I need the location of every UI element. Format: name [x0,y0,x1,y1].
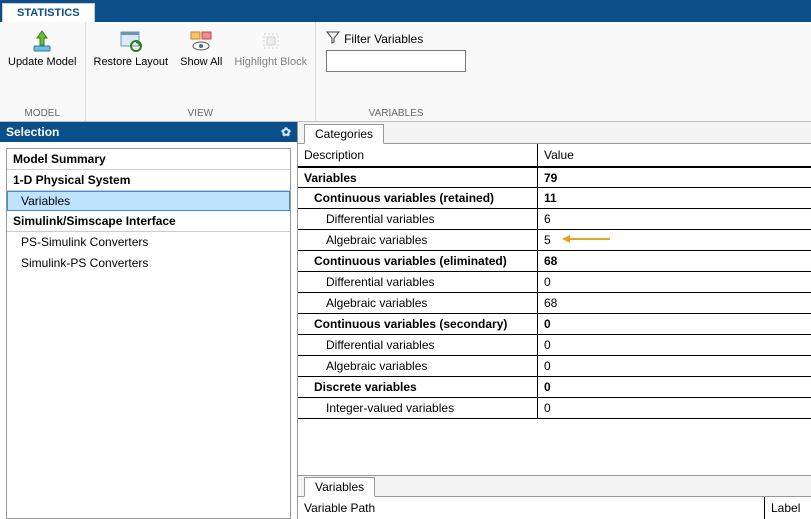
update-model-button[interactable]: Update Model [2,24,83,71]
grid-cell-value: 11 [538,188,811,208]
restore-layout-button[interactable]: Restore Layout [88,24,175,71]
grid-cell-value: 79 [538,168,811,187]
update-model-label: Update Model [8,56,77,69]
tab-categories[interactable]: Categories [304,124,384,144]
grid-row[interactable]: Differential variables0 [298,335,811,356]
update-model-icon [29,28,55,54]
pointer-arrow-icon [562,233,610,247]
show-all-icon [188,28,214,54]
ribbon-group-variables: Filter Variables VARIABLES [316,22,476,121]
grid-row[interactable]: Continuous variables (eliminated)68 [298,251,811,272]
grid-cell-value: 5 [538,230,811,250]
tree-item[interactable]: 1-D Physical System [7,170,290,191]
grid-cell-description: Differential variables [298,209,538,229]
grid-row[interactable]: Algebraic variables0 [298,356,811,377]
grid-cell-value: 6 [538,209,811,229]
grid-cell-description: Algebraic variables [298,293,538,313]
filter-block: Filter Variables [318,24,474,72]
ribbon-group-view-label: VIEW [88,106,314,121]
tab-statistics[interactable]: STATISTICS [2,3,95,22]
grid-row[interactable]: Continuous variables (secondary)0 [298,314,811,335]
main-split: Selection ✿ Model Summary1-D Physical Sy… [0,122,811,519]
restore-layout-label: Restore Layout [94,56,169,69]
variables-tabstrip: Variables [298,475,811,497]
statistics-window: STATISTICS Update Model MODEL [0,0,811,519]
show-all-label: Show All [180,56,222,69]
grid-cell-value: 0 [538,377,811,397]
col-variable-path: Variable Path [298,497,765,519]
highlight-block-button: Highlight Block [228,24,313,71]
grid-cell-description: Discrete variables [298,377,538,397]
selection-tree: Model Summary1-D Physical SystemVariable… [6,148,291,519]
grid-cell-description: Differential variables [298,272,538,292]
tree-item[interactable]: Simulink-PS Converters [7,253,290,274]
grid-row[interactable]: Continuous variables (retained)11 [298,188,811,209]
highlight-block-icon [258,28,284,54]
grid-row[interactable]: Differential variables6 [298,209,811,230]
selection-title: Selection [6,125,59,139]
grid-row[interactable]: Integer-valued variables0 [298,398,811,419]
selection-panel: Selection ✿ Model Summary1-D Physical Sy… [0,122,298,519]
tree-item[interactable]: Simulink/Simscape Interface [7,211,290,232]
grid-cell-description: Integer-valued variables [298,398,538,418]
selection-header: Selection ✿ [0,122,297,142]
categories-column-header: Description Value [298,144,811,167]
categories-tabstrip: Categories [298,122,811,144]
grid-row[interactable]: Variables79 [298,167,811,188]
restore-layout-icon [118,28,144,54]
grid-cell-description: Differential variables [298,335,538,355]
grid-cell-value: 0 [538,356,811,376]
col-label: Label [765,497,811,519]
grid-cell-value: 68 [538,251,811,271]
grid-cell-description: Algebraic variables [298,356,538,376]
content-panel: Categories Description Value Variables79… [298,122,811,519]
filter-variables-label: Filter Variables [344,32,423,46]
tree-item[interactable]: Model Summary [7,149,290,170]
grid-cell-value: 68 [538,293,811,313]
grid-cell-description: Algebraic variables [298,230,538,250]
highlight-block-label: Highlight Block [234,56,307,69]
ribbon-tabstrip: STATISTICS [0,0,811,22]
variables-column-header: Variable Path Label [298,497,811,519]
ribbon-group-variables-label: VARIABLES [318,106,474,121]
grid-cell-description: Continuous variables (eliminated) [298,251,538,271]
grid-cell-value: 0 [538,272,811,292]
col-description: Description [298,144,538,166]
grid-cell-value: 0 [538,398,811,418]
grid-cell-description: Continuous variables (retained) [298,188,538,208]
tree-item[interactable]: PS-Simulink Converters [7,232,290,253]
filter-icon [326,30,340,47]
grid-cell-value: 0 [538,335,811,355]
ribbon: Update Model MODEL [0,22,811,122]
grid-row[interactable]: Algebraic variables68 [298,293,811,314]
statistics-grid: Variables79Continuous variables (retaine… [298,167,811,475]
ribbon-group-model-label: MODEL [2,106,83,121]
show-all-button[interactable]: Show All [174,24,228,71]
grid-row[interactable]: Discrete variables0 [298,377,811,398]
filter-variables-input[interactable] [326,50,466,72]
grid-cell-description: Continuous variables (secondary) [298,314,538,334]
grid-row[interactable]: Differential variables0 [298,272,811,293]
grid-cell-value: 0 [538,314,811,334]
grid-row[interactable]: Algebraic variables5 [298,230,811,251]
tree-item[interactable]: Variables [7,191,290,211]
ribbon-group-view: Restore Layout Show All [86,22,317,121]
ribbon-group-model: Update Model MODEL [0,22,86,121]
col-value: Value [538,144,811,166]
tab-variables[interactable]: Variables [304,477,375,497]
gear-icon[interactable]: ✿ [281,125,291,139]
grid-cell-description: Variables [298,168,538,187]
